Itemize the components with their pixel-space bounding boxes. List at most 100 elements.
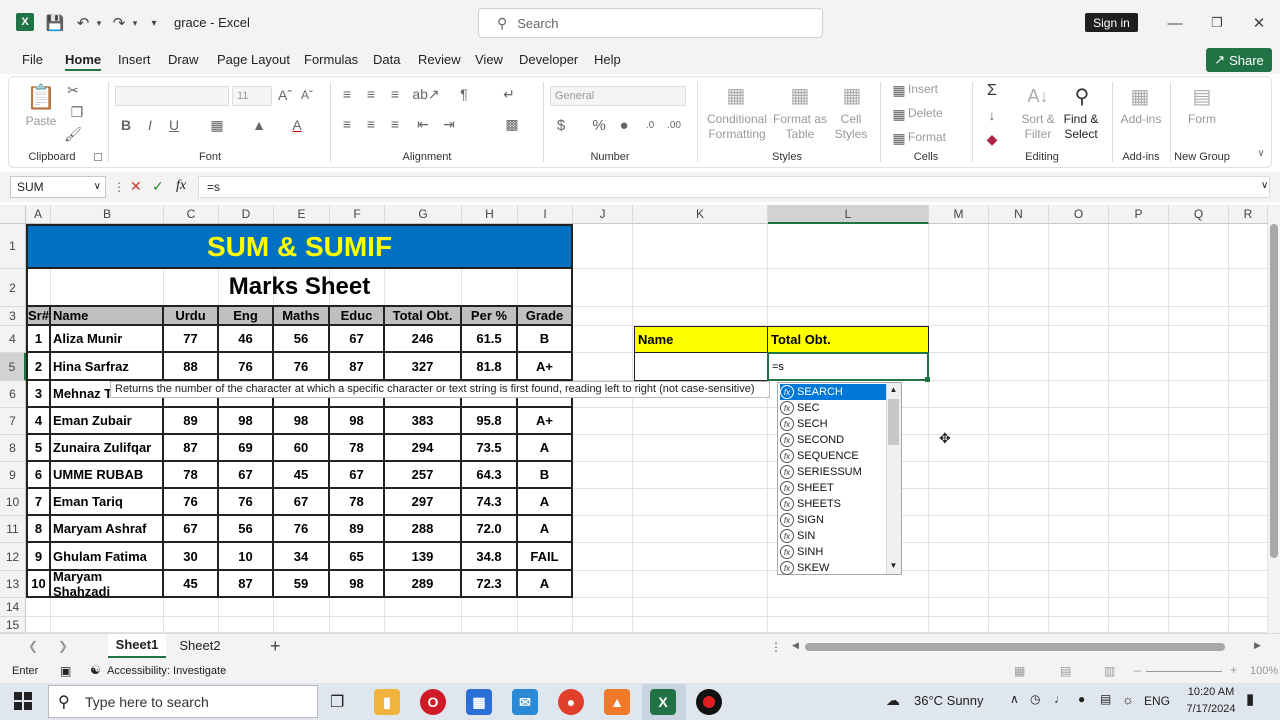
table-cell[interactable]: 61.5 (462, 326, 518, 353)
table-header-cell[interactable]: Educ (330, 307, 385, 326)
table-cell[interactable]: 78 (330, 435, 385, 462)
conditional-formatting-icon[interactable]: ▦ (722, 82, 750, 108)
table-header-cell[interactable]: Eng (219, 307, 274, 326)
italic-icon[interactable]: I (142, 116, 158, 134)
conditional-formatting-label[interactable]: Conditional Formatting (700, 112, 774, 142)
notifications-icon[interactable]: ▮ (1246, 690, 1254, 708)
bold-icon[interactable]: B (118, 116, 134, 134)
column-header-l[interactable]: L (768, 205, 929, 224)
tab-data[interactable]: Data (373, 52, 400, 67)
table-cell[interactable]: 76 (164, 489, 219, 516)
task-view-icon[interactable]: ❐ (330, 692, 344, 712)
scroll-up-icon[interactable]: ▲ (888, 385, 899, 395)
row-header-5[interactable]: 5 (0, 353, 26, 381)
table-header-cell[interactable]: Sr# (26, 307, 51, 326)
row-header-3[interactable]: 3 (0, 307, 26, 326)
lookup-name-header[interactable]: Name (634, 326, 768, 353)
table-cell[interactable]: 5 (26, 435, 51, 462)
table-cell[interactable]: 327 (385, 353, 462, 381)
table-cell[interactable]: A (518, 489, 573, 516)
currency-icon[interactable]: $ (552, 116, 570, 134)
zoom-in-icon[interactable]: + (1230, 663, 1237, 677)
table-cell[interactable]: 56 (274, 326, 330, 353)
table-cell[interactable]: 297 (385, 489, 462, 516)
table-cell[interactable]: 89 (330, 516, 385, 543)
search-box[interactable]: ⚲ Search (478, 8, 823, 38)
autocomplete-item[interactable]: fx SIN (780, 528, 886, 544)
insert-function-icon[interactable]: fx (176, 178, 186, 194)
cancel-icon[interactable]: ✕ (130, 178, 142, 195)
row-header-11[interactable]: 11 (0, 516, 26, 543)
table-cell[interactable]: B (518, 462, 573, 489)
copy-icon[interactable]: ❐ (64, 104, 90, 120)
minimize-icon[interactable]: — (1160, 12, 1190, 34)
clock-time[interactable]: 10:20 AM (1180, 686, 1242, 698)
scroll-down-icon[interactable]: ▼ (888, 561, 899, 571)
table-cell[interactable]: 73.5 (462, 435, 518, 462)
table-cell[interactable]: 34 (274, 543, 330, 571)
column-header-n[interactable]: N (989, 205, 1049, 224)
table-cell[interactable]: 87 (330, 353, 385, 381)
column-header-f[interactable]: F (330, 205, 385, 224)
macro-record-icon[interactable]: ▣ (60, 664, 71, 678)
comma-icon[interactable]: ● (616, 116, 632, 134)
table-cell[interactable]: A (518, 435, 573, 462)
customize-toolbar-icon[interactable]: ▾ (146, 12, 162, 34)
table-cell[interactable]: 7 (26, 489, 51, 516)
active-cell[interactable]: =s (767, 352, 929, 381)
accessibility-status[interactable]: Accessibility: Investigate (107, 665, 226, 677)
add-ins-label[interactable]: Add-ins (1118, 112, 1164, 127)
table-cell[interactable]: UMME RUBAB (51, 462, 164, 489)
sign-in-button[interactable]: Sign in (1085, 13, 1138, 32)
horizontal-scroll-thumb[interactable] (805, 643, 1225, 651)
column-header-q[interactable]: Q (1169, 205, 1229, 224)
row-header-13[interactable]: 13 (0, 571, 26, 598)
table-cell[interactable]: 45 (274, 462, 330, 489)
next-sheet-icon[interactable]: ❯ (58, 639, 68, 653)
decrease-decimal-icon[interactable]: .00 (664, 116, 684, 134)
table-cell[interactable]: Aliza Munir (51, 326, 164, 353)
sort-filter-label[interactable]: Sort & Filter (1016, 112, 1060, 142)
mail-icon[interactable]: ✉ (512, 689, 538, 715)
table-cell[interactable]: 383 (385, 408, 462, 435)
collapse-ribbon-icon[interactable]: ∨ (1254, 146, 1268, 160)
cell-styles-label[interactable]: Cell Styles (828, 112, 874, 142)
table-cell[interactable]: 288 (385, 516, 462, 543)
align-left-icon[interactable]: ≡ (338, 116, 356, 132)
lookup-total-header[interactable]: Total Obt. (767, 326, 929, 353)
format-as-table-label[interactable]: Format as Table (772, 112, 828, 142)
scroll-left-icon[interactable]: ◀ (792, 640, 799, 651)
redo-dropdown-icon[interactable]: ▾ (130, 12, 140, 34)
decrease-indent-icon[interactable]: ⇤ (414, 116, 432, 132)
table-cell[interactable]: 139 (385, 543, 462, 571)
table-cell[interactable]: 72.3 (462, 571, 518, 598)
table-cell[interactable]: 78 (164, 462, 219, 489)
autocomplete-item[interactable]: fx SEQUENCE (780, 448, 886, 464)
formula-input[interactable]: =s (198, 176, 1270, 198)
row-header-6[interactable]: 6 (0, 381, 26, 408)
row-header-1[interactable]: 1 (0, 224, 26, 269)
taskbar-search[interactable]: Type here to search (48, 685, 318, 718)
table-cell[interactable]: A+ (518, 353, 573, 381)
autosum-icon[interactable]: Σ (982, 82, 1002, 100)
format-painter-icon[interactable]: 🖌 (64, 126, 82, 142)
scroll-right-icon[interactable]: ▶ (1254, 640, 1261, 651)
expand-formula-icon[interactable]: ∨ (1261, 180, 1268, 191)
row-header-4[interactable]: 4 (0, 326, 26, 353)
table-cell[interactable]: 87 (164, 435, 219, 462)
row-header-8[interactable]: 8 (0, 435, 26, 462)
opera-icon[interactable]: O (420, 689, 446, 715)
table-cell[interactable]: 67 (330, 326, 385, 353)
table-cell[interactable]: 46 (219, 326, 274, 353)
form-icon[interactable]: ▤ (1188, 82, 1216, 110)
format-cells-icon[interactable]: ▦ (890, 130, 908, 146)
table-cell[interactable]: A (518, 571, 573, 598)
paste-label[interactable]: Paste (22, 114, 60, 129)
autocomplete-item[interactable]: fx SINH (780, 544, 886, 560)
clock-date[interactable]: 7/17/2024 (1180, 703, 1242, 715)
column-header-o[interactable]: O (1049, 205, 1109, 224)
volume-icon[interactable]: ♩ (1054, 692, 1066, 706)
tab-formulas[interactable]: Formulas (304, 52, 358, 67)
table-cell[interactable]: 78 (330, 489, 385, 516)
function-autocomplete-list[interactable]: fx SEARCH fx SEC fx SECH fx SECOND fx SEQUENCE fx S… (777, 382, 902, 575)
